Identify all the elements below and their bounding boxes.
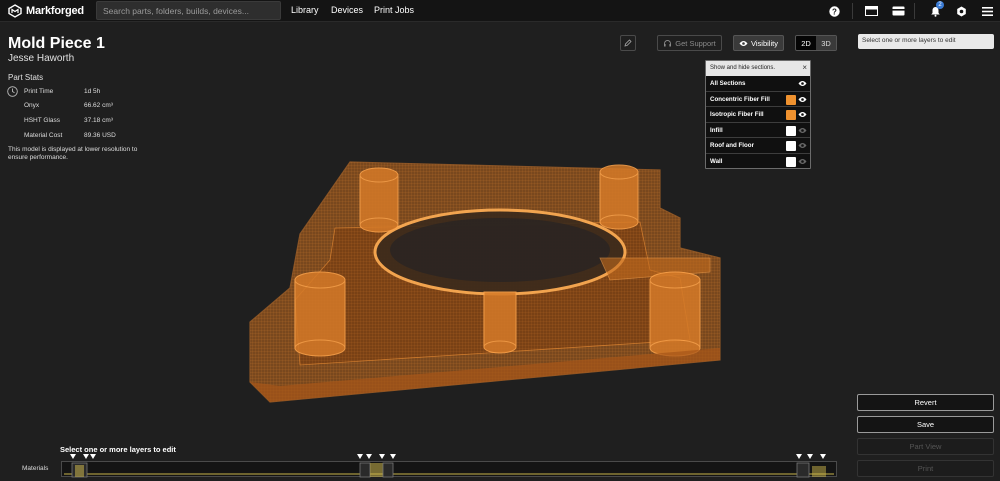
section-label: Infill [710, 126, 723, 134]
layer-marker-icon[interactable] [90, 454, 96, 459]
stat-value: 1d 5h [84, 88, 101, 95]
color-swatch[interactable] [786, 110, 796, 121]
nav-library[interactable]: Library [291, 5, 319, 15]
search-input[interactable] [96, 1, 281, 20]
stat-label: Onyx [24, 102, 40, 109]
view-3d-button[interactable]: 3D [816, 36, 836, 50]
section-label: Roof and Floor [710, 142, 754, 150]
divider [914, 3, 915, 19]
svg-text:?: ? [832, 7, 837, 16]
printer-queue-icon[interactable] [864, 4, 878, 18]
layer-track[interactable] [61, 461, 837, 478]
layer-marker-icon[interactable] [70, 454, 76, 459]
part-view-button[interactable]: Part View [857, 438, 994, 455]
eye-icon [739, 40, 748, 46]
eye-icon[interactable] [798, 96, 807, 103]
eye-hidden-icon[interactable] [798, 158, 807, 165]
layer-marker-icon[interactable] [366, 454, 372, 459]
layer-marker-icon[interactable] [390, 454, 396, 459]
color-swatch[interactable] [786, 94, 796, 105]
color-swatch[interactable] [786, 141, 796, 152]
section-row-isotropic-fiber-fill[interactable]: Isotropic Fiber Fill [706, 107, 810, 123]
stat-value: 37.18 cm³ [84, 117, 113, 124]
notification-badge: 2 [936, 1, 944, 9]
eye-icon[interactable] [798, 111, 807, 118]
section-row-roof-and-floor[interactable]: Roof and Floor [706, 138, 810, 154]
view-mode-toggle: 2D 3D [795, 35, 837, 51]
help-icon[interactable]: ? [827, 4, 841, 18]
headset-icon [664, 39, 672, 46]
stat-label: HSHT Glass [24, 117, 60, 124]
eye-icon[interactable] [798, 80, 807, 87]
markforged-logo-icon [8, 4, 22, 18]
color-swatch[interactable] [786, 156, 796, 167]
print-button[interactable]: Print [857, 460, 994, 477]
part-stats-heading: Part Stats [8, 73, 44, 82]
notifications-bell-icon[interactable]: 2 [928, 1, 944, 18]
nav-devices[interactable]: Devices [331, 5, 363, 15]
close-icon[interactable]: × [802, 63, 807, 72]
section-row-all[interactable]: All Sections [706, 76, 810, 92]
layer-marker-icon[interactable] [83, 454, 89, 459]
resolution-note: This model is displayed at lower resolut… [8, 146, 138, 161]
section-label: Wall [710, 157, 723, 165]
popover-header: Show and hide sections. × [706, 61, 810, 76]
stat-label: Material Cost [24, 132, 63, 139]
visibility-button[interactable]: Visibility [733, 35, 784, 51]
layer-marker-icon[interactable] [807, 454, 813, 459]
layer-marker-icon[interactable] [379, 454, 385, 459]
menu-hamburger-icon[interactable] [980, 4, 994, 18]
section-row-wall[interactable]: Wall [706, 154, 810, 170]
layer-select-label: Select one or more layers to edit [60, 445, 176, 454]
section-label: Isotropic Fiber Fill [710, 111, 764, 119]
pen-icon [624, 39, 632, 47]
view-2d-button[interactable]: 2D [796, 36, 816, 50]
layers-hint: Select one or more layers to edit [858, 34, 994, 49]
part-owner: Jesse Haworth [8, 53, 75, 64]
brand-name: Markforged [26, 5, 84, 17]
layer-marker-icon[interactable] [357, 454, 363, 459]
revert-button[interactable]: Revert [857, 394, 994, 411]
part-3d-viewer[interactable] [240, 150, 760, 420]
visibility-popover: Show and hide sections. × All Sections C… [705, 60, 811, 169]
clock-icon [7, 86, 18, 97]
layer-markers [70, 454, 826, 459]
section-row-infill[interactable]: Infill [706, 123, 810, 139]
section-label: Concentric Fiber Fill [710, 95, 770, 103]
settings-gear-icon[interactable] [954, 4, 968, 18]
get-support-label: Get Support [675, 38, 716, 48]
popover-header-text: Show and hide sections. [710, 65, 776, 71]
color-swatch[interactable] [786, 125, 796, 136]
stat-value: 66.62 cm³ [84, 102, 113, 109]
visibility-label: Visibility [751, 38, 778, 48]
nav-print-jobs[interactable]: Print Jobs [374, 5, 414, 15]
stat-label: Print Time [24, 88, 54, 95]
eye-hidden-icon[interactable] [798, 142, 807, 149]
layer-marker-icon[interactable] [820, 454, 826, 459]
layer-marker-icon[interactable] [796, 454, 802, 459]
top-bar: Markforged Library Devices Print Jobs ? … [0, 0, 1000, 22]
layer-track-graphic [64, 462, 834, 478]
page-title: Mold Piece 1 [8, 35, 105, 52]
divider [852, 3, 853, 19]
materials-label: Materials [22, 465, 49, 472]
save-button[interactable]: Save [857, 416, 994, 433]
edit-pen-button[interactable] [620, 35, 636, 51]
eye-hidden-icon[interactable] [798, 127, 807, 134]
get-support-button[interactable]: Get Support [657, 35, 722, 51]
logo[interactable]: Markforged [8, 4, 84, 18]
stat-value: 89.36 USD [84, 132, 116, 139]
card-icon[interactable] [891, 4, 905, 18]
section-row-concentric-fiber-fill[interactable]: Concentric Fiber Fill [706, 92, 810, 108]
section-label: All Sections [710, 80, 746, 87]
